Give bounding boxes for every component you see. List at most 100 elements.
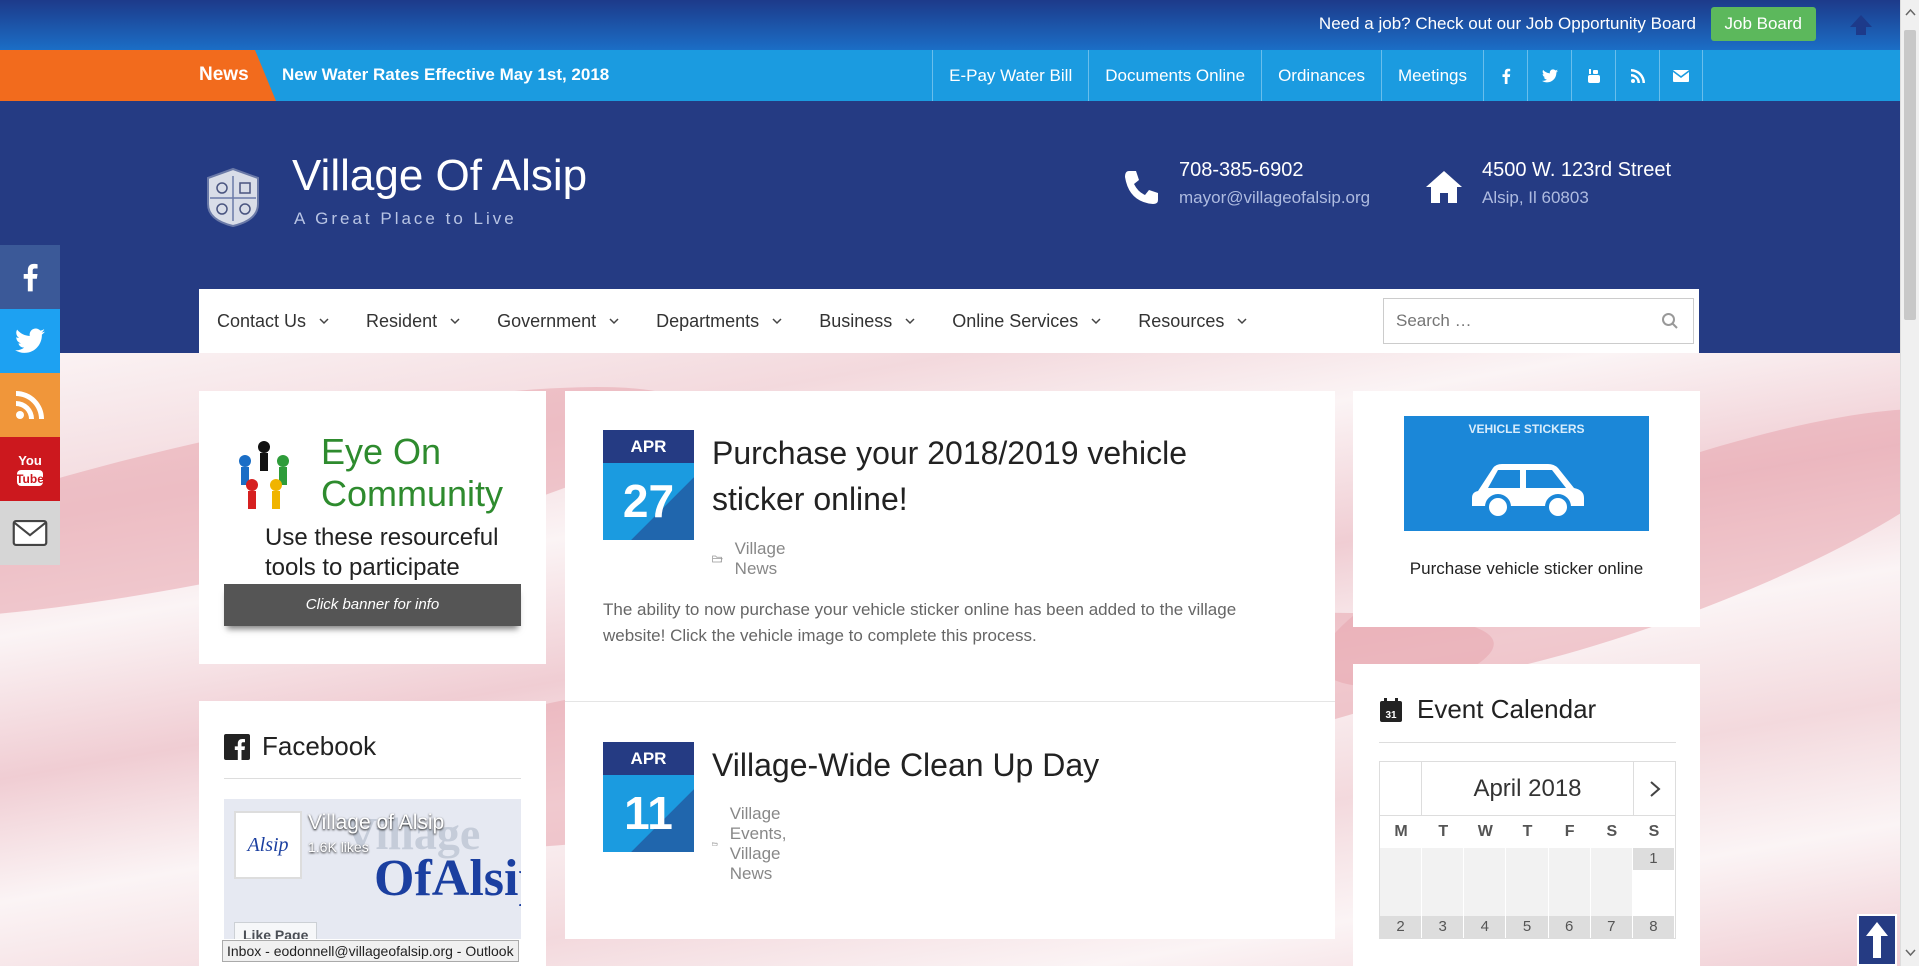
rss-icon[interactable] [0,373,60,437]
calendar-icon: 31 [1380,697,1402,722]
documents-online-link[interactable]: Documents Online [1088,50,1261,101]
post-title[interactable]: Village-Wide Clean Up Day [712,742,1272,788]
post-day: 11 [603,775,694,852]
nav-departments-label: Departments [656,310,760,331]
community-people-icon [239,441,289,509]
weekday-label: T [1438,823,1449,840]
facebook-widget-heading: Facebook [224,731,376,762]
email-address[interactable]: mayor@villageofalsip.org [1179,188,1370,208]
phone-icon [1125,171,1158,204]
post-title[interactable]: Purchase your 2018/2019 vehicle sticker … [712,430,1272,522]
quick-links: E-Pay Water Bill Documents Online Ordina… [932,50,1703,101]
vehicle-sticker-card: VEHICLE STICKERS Purchase vehicle sticke… [1353,391,1700,627]
next-month-button[interactable] [1633,762,1675,815]
calendar-day-cell[interactable]: 2 [1380,916,1423,938]
eye-on-community-subtitle: Use these resourceful tools to participa… [265,524,499,581]
calendar-week-row: 2 3 4 5 6 7 8 [1380,916,1675,938]
click-banner-button[interactable]: Click banner for info [224,584,521,626]
site-title[interactable]: Village Of Alsip [292,151,587,201]
calendar-day-cell[interactable]: 6 [1548,916,1591,938]
nav-contact-us-label: Contact Us [217,310,307,331]
like-page-button[interactable]: Like Page [234,922,318,939]
twitter-icon[interactable] [1527,50,1571,101]
cover-text-ofalsip: OfAlsip [374,850,521,907]
nav-resident[interactable]: Resident [348,311,479,332]
post-date-badge: APR 27 [603,430,694,540]
scroll-down-arrow-icon[interactable] [1904,946,1917,959]
post-date-badge: APR 11 [603,742,694,852]
news-bar: News New Water Rates Effective May 1st, … [0,50,1900,101]
arrow-up-icon [1866,922,1888,958]
ordinances-link[interactable]: Ordinances [1261,50,1381,101]
youtube-icon[interactable] [1571,50,1615,101]
facebook-icon[interactable] [1483,50,1527,101]
top-bar: Need a job? Check out our Job Opportunit… [0,0,1900,50]
nav-business[interactable]: Business [801,311,934,332]
facebook-heading-text: Facebook [262,731,377,761]
profile-picture-text: Alsip [247,833,289,856]
nav-government[interactable]: Government [479,311,638,332]
youtube-icon[interactable]: You Tube [0,437,60,501]
calendar-day-cell[interactable]: 3 [1422,916,1465,938]
calendar-day-cell[interactable]: 8 [1632,916,1675,938]
meetings-link[interactable]: Meetings [1381,50,1483,101]
svg-text:You: You [18,453,42,468]
chevron-down-icon [905,318,915,325]
vehicle-sticker-caption[interactable]: Purchase vehicle sticker online [1353,559,1700,579]
facebook-page-embed[interactable]: Village OfAlsip Alsip Village of Alsip 1… [224,799,521,939]
back-to-top-button[interactable] [1857,914,1897,966]
chevron-down-icon [609,318,619,325]
home-icon [1426,171,1462,203]
phone-number[interactable]: 708-385-6902 [1179,159,1370,182]
event-calendar-widget: 31 Event Calendar April 2018 M T W T F S… [1353,664,1700,966]
nav-resources[interactable]: Resources [1120,311,1266,332]
page-scrollbar[interactable] [1900,0,1919,966]
street-address: 4500 W. 123rd Street [1482,159,1672,181]
facebook-profile-picture[interactable]: Alsip [234,811,302,879]
scroll-up-arrow-icon[interactable] [1904,6,1917,19]
calendar-day-cell[interactable]: 7 [1590,916,1633,938]
calendar-day-cell[interactable]: 1 [1632,848,1675,916]
weekday-label: W [1477,823,1493,840]
news-headline[interactable]: New Water Rates Effective May 1st, 2018 [282,65,609,85]
job-board-button[interactable]: Job Board [1710,7,1816,41]
folder-icon [712,555,723,563]
vehicle-sticker-image[interactable]: VEHICLE STICKERS [1404,416,1649,531]
post-category-link[interactable]: Village Events, Village News [730,804,799,884]
search-input[interactable] [1384,299,1634,343]
chevron-down-icon [450,318,460,325]
search-icon[interactable] [1661,312,1679,330]
calendar-day-cell[interactable]: 5 [1506,916,1549,938]
calendar-empty-cell [1464,848,1507,916]
site-tagline: A Great Place to Live [294,209,517,228]
post-day: 27 [603,463,694,540]
nav-online-services[interactable]: Online Services [934,311,1120,332]
prev-month-placeholder [1380,762,1422,815]
eye-on-community-card[interactable]: Eye On Community Use these resourceful t… [199,391,546,664]
rss-icon[interactable] [1615,50,1659,101]
nav-departments[interactable]: Departments [638,311,801,332]
post-category-link[interactable]: Village News [735,539,793,579]
browser-status-bar: Inbox - eodonnell@villageofalsip.org - O… [222,940,519,962]
home-up-icon[interactable] [1848,12,1874,38]
scrollbar-thumb[interactable] [1904,30,1916,320]
weekday-label: S [1606,823,1618,840]
post-divider [565,701,1335,702]
weekday-label: S [1648,823,1660,840]
envelope-icon[interactable] [0,501,60,565]
envelope-icon[interactable] [1659,50,1703,101]
epay-water-bill-link[interactable]: E-Pay Water Bill [932,50,1088,101]
post-day-number: 11 [624,787,673,839]
nav-contact-us[interactable]: Contact Us [199,311,348,332]
twitter-icon[interactable] [0,309,60,373]
facebook-widget: Facebook Village OfAlsip Alsip Village o… [199,701,546,966]
facebook-page-name[interactable]: Village of Alsip [308,811,444,835]
calendar-day-cell[interactable]: 4 [1464,916,1507,938]
search-box [1383,298,1694,344]
calendar-week-row: 1 [1380,848,1675,916]
post-categories: Village News [712,539,793,579]
facebook-icon[interactable] [0,245,60,309]
eye-on-community-title: Eye On Community [321,431,504,514]
village-seal-logo[interactable] [202,166,264,228]
weekday-header-row: M T W T F S S [1380,816,1675,848]
